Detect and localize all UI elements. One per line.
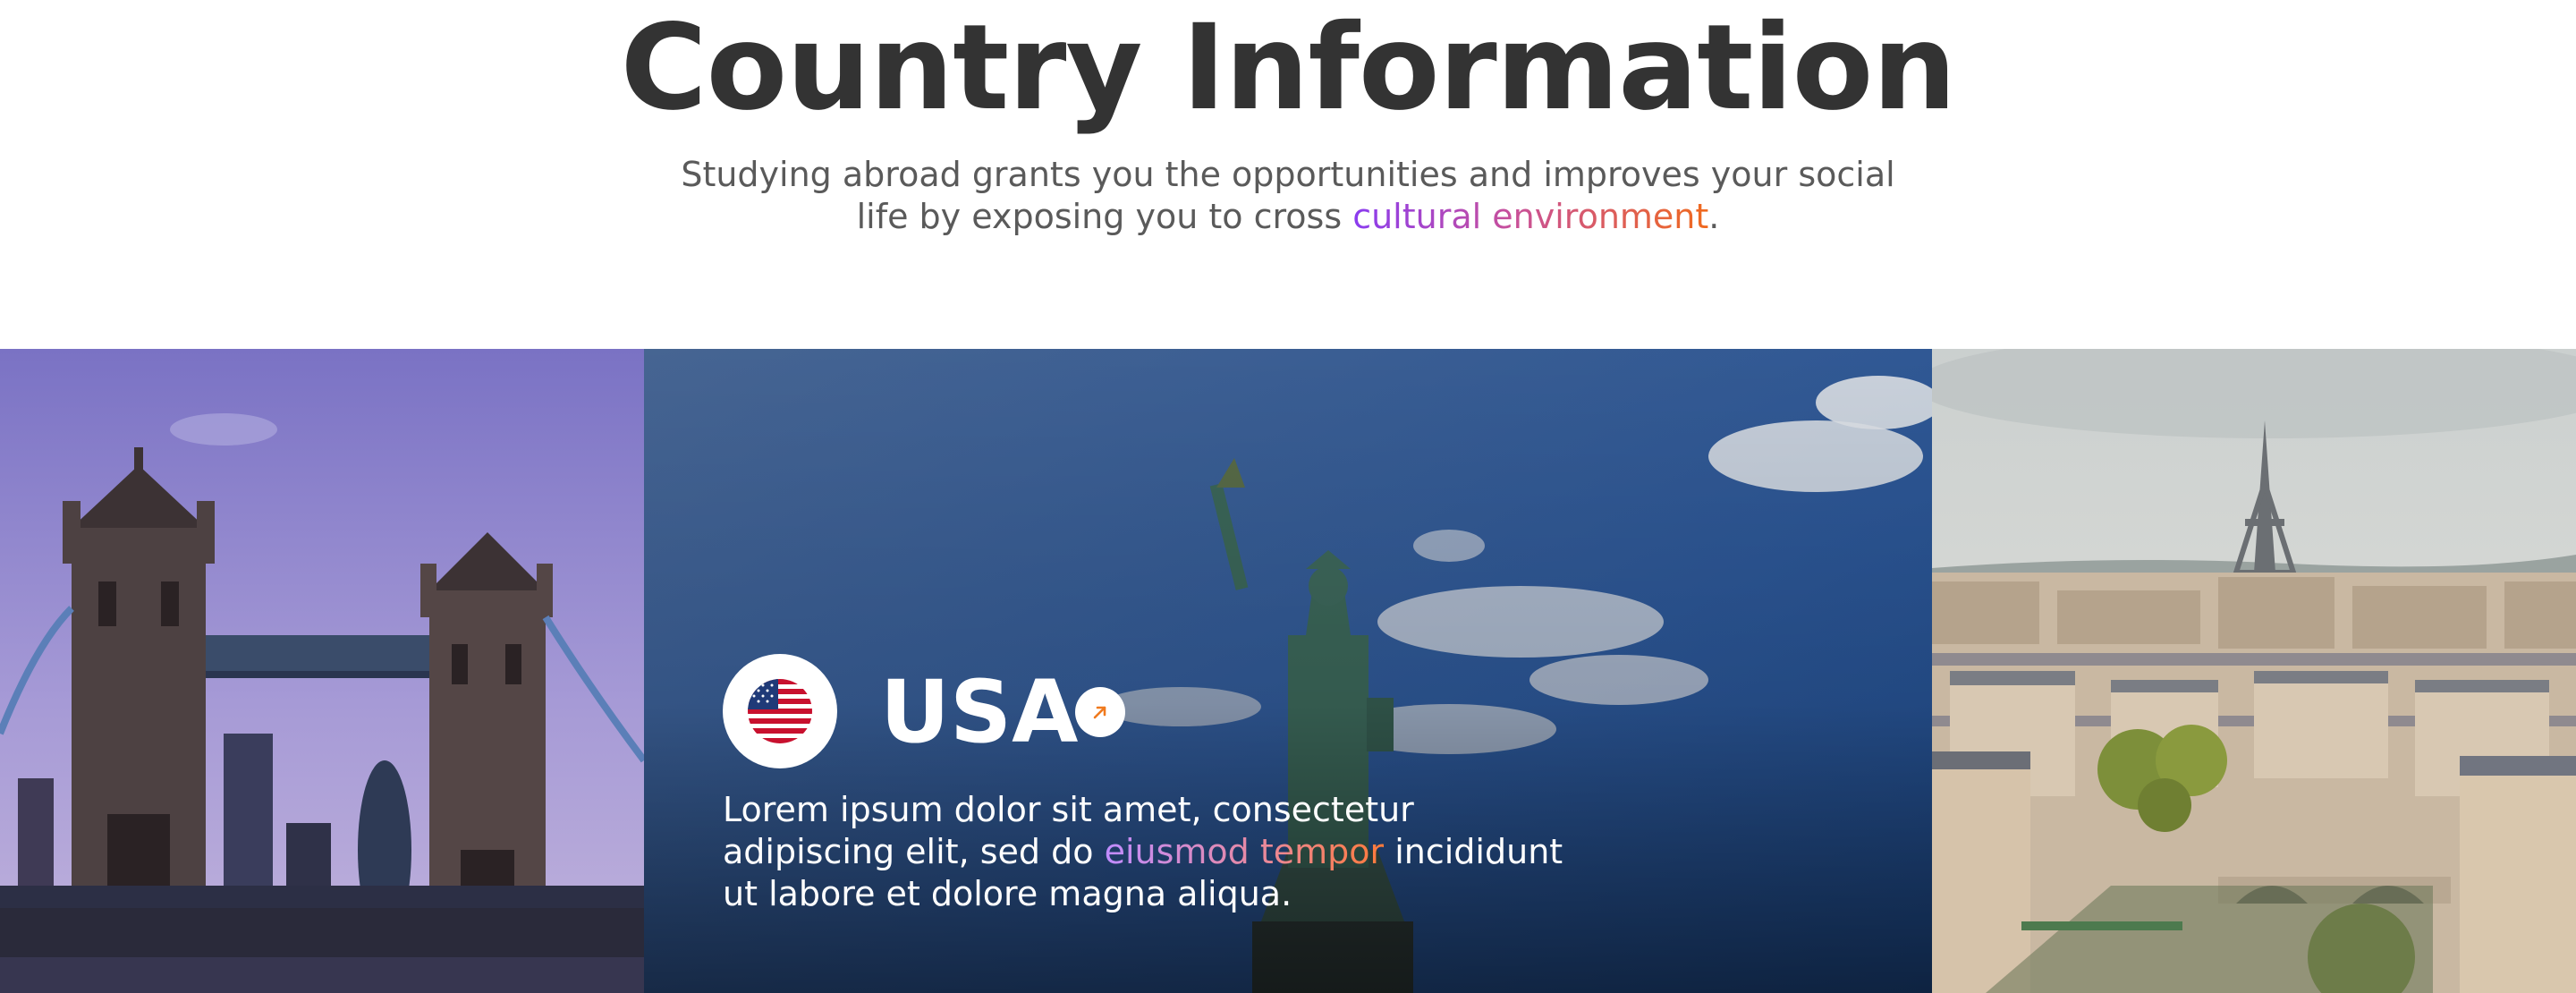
section-header: Country Information Studying abroad gran… (0, 0, 2576, 349)
country-name: USA (880, 662, 1079, 762)
country-panel-france[interactable] (1932, 349, 2576, 993)
paris-cityscape-image (1932, 349, 2576, 993)
subtitle-highlight: cultural environment (1352, 197, 1709, 236)
country-description: Lorem ipsum dolor sit amet, consectetur … (723, 789, 1581, 915)
country-panel-uk[interactable] (0, 349, 644, 993)
arrow-up-right-icon (1093, 706, 1106, 719)
tower-bridge-image (0, 349, 644, 993)
description-highlight: eiusmod tempor (1104, 832, 1385, 871)
page-title: Country Information (620, 0, 1957, 137)
subtitle-end: . (1708, 197, 1720, 236)
section-subtitle: Studying abroad grants you the opportuni… (662, 154, 1914, 238)
open-country-button[interactable] (1075, 687, 1125, 737)
usa-flag-badge (723, 654, 837, 768)
usa-flag-icon (748, 679, 812, 743)
